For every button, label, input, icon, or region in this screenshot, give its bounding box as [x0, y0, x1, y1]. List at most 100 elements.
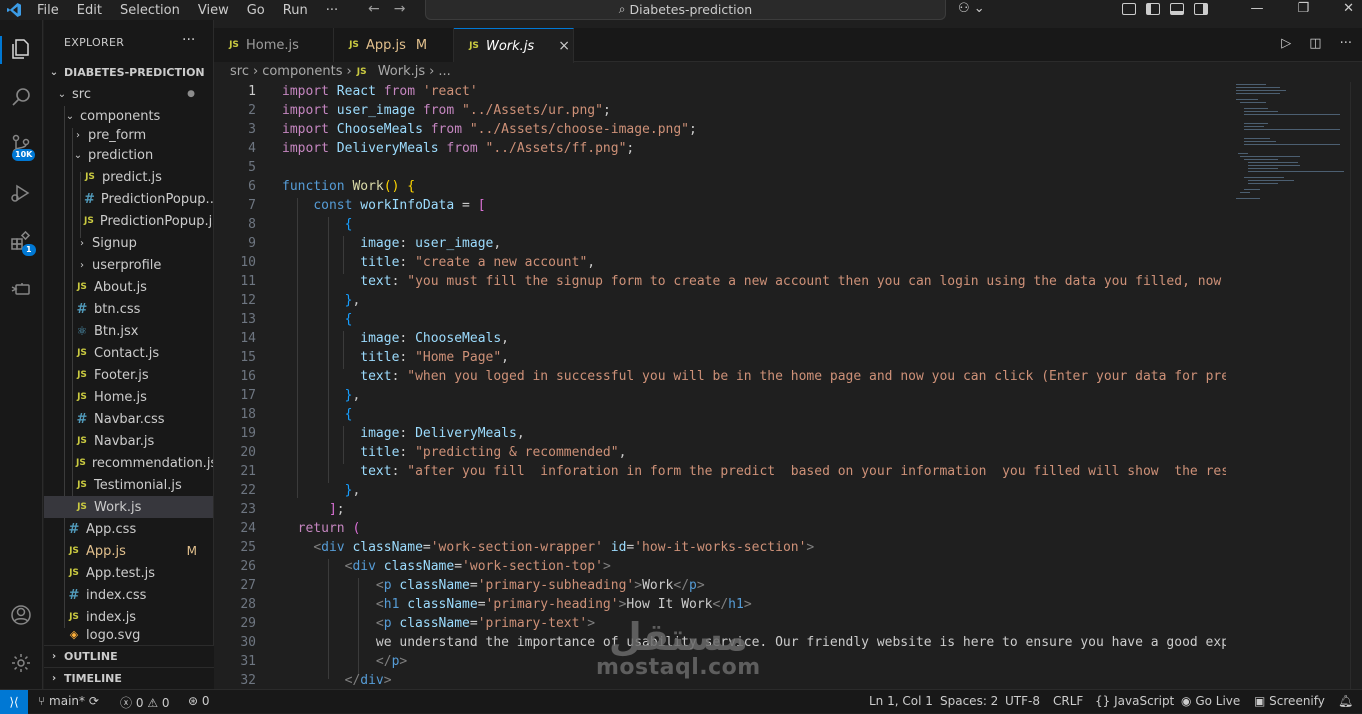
- code-line: {: [344, 217, 353, 232]
- explorer-more-icon[interactable]: ···: [182, 32, 195, 48]
- forward-arrow-icon[interactable]: →: [394, 0, 406, 18]
- language-label: JavaScript: [1114, 694, 1175, 708]
- tree-folder-src[interactable]: ⌄ src ●: [44, 83, 213, 105]
- menu-more[interactable]: ···: [326, 3, 338, 18]
- tree-file-predict-js[interactable]: JS predict.js: [44, 166, 213, 188]
- tree-file-index-js[interactable]: JS index.js: [44, 606, 213, 628]
- breadcrumb-components[interactable]: components: [262, 64, 342, 79]
- encoding-status[interactable]: UTF-8: [1005, 694, 1040, 708]
- vertical-scrollbar[interactable]: [1350, 82, 1362, 689]
- toggle-sidebar-icon[interactable]: [1146, 3, 1160, 15]
- minimap-line: [1236, 90, 1286, 91]
- breadcrumb-src[interactable]: src: [230, 64, 249, 79]
- js-file-icon: JS: [77, 392, 87, 402]
- outline-section[interactable]: › OUTLINE: [44, 645, 214, 667]
- tree-file-btn-css[interactable]: # btn.css: [44, 298, 213, 320]
- tree-file-logo-svg[interactable]: ◈ logo.svg: [44, 628, 213, 642]
- tree-file-predictionpopup-css[interactable]: # PredictionPopup....: [44, 188, 213, 210]
- menu-file[interactable]: File: [37, 3, 59, 18]
- accounts-icon[interactable]: [8, 602, 34, 628]
- code-string: 'how-it-works-section': [634, 540, 807, 555]
- language-status[interactable]: {} JavaScript: [1095, 694, 1174, 708]
- tree-file-btn-jsx[interactable]: ⚛ Btn.jsx: [44, 320, 213, 342]
- tree-folder-signup[interactable]: › Signup: [44, 232, 213, 254]
- tree-file-navbar-css[interactable]: # Navbar.css: [44, 408, 213, 430]
- menu-selection[interactable]: Selection: [120, 3, 180, 18]
- settings-gear-icon[interactable]: [8, 650, 34, 676]
- ports-count: 0: [201, 694, 210, 708]
- css-file-icon: #: [84, 191, 95, 207]
- tree-folder-prediction[interactable]: ⌄ prediction: [44, 144, 213, 166]
- toggle-secondary-sidebar-icon[interactable]: [1194, 3, 1208, 15]
- tree-file-about-js[interactable]: JS About.js: [44, 276, 213, 298]
- js-file-icon: JS: [77, 480, 87, 490]
- copilot-icon[interactable]: ⚇ ⌄: [958, 1, 985, 16]
- remote-indicator-icon[interactable]: ⟩⟨: [0, 690, 28, 714]
- eol-status[interactable]: CRLF: [1053, 694, 1083, 708]
- tree-label: recommendation.js: [91, 455, 213, 471]
- code-string: "you must fill the signup form to create…: [407, 274, 1226, 289]
- tree-file-app-js[interactable]: JS App.js M: [44, 540, 213, 562]
- code-string: "create a new account": [415, 255, 588, 270]
- code-editor[interactable]: 1 2 3 4 5 6 7 8 9 10 11 12 13 14 15 16 1…: [214, 82, 1226, 689]
- search-activity-icon[interactable]: [8, 84, 34, 110]
- tree-folder-userprofile[interactable]: › userprofile: [44, 254, 213, 276]
- tree-folder-pre-form[interactable]: › pre_form: [44, 124, 213, 146]
- notifications-bell-icon[interactable]: 🔔︎: [1338, 694, 1353, 708]
- tree-file-app-test-js[interactable]: JS App.test.js: [44, 562, 213, 584]
- antenna-icon: ⊛: [188, 694, 199, 708]
- more-actions-icon[interactable]: ···: [1340, 36, 1352, 51]
- css-file-icon: #: [68, 587, 80, 603]
- minimize-icon[interactable]: —: [1250, 0, 1263, 18]
- explorer-files-icon[interactable]: [8, 36, 34, 62]
- chevron-down-icon: ⌄: [73, 149, 83, 161]
- breadcrumb-symbol[interactable]: ...: [438, 64, 450, 79]
- problems-status[interactable]: ⓧ 0 ⚠ 0: [120, 694, 170, 711]
- tree-file-predictionpopup-js[interactable]: JS PredictionPopup.js: [44, 210, 213, 232]
- menu-edit[interactable]: Edit: [77, 3, 102, 18]
- tree-file-home-js[interactable]: JS Home.js: [44, 386, 213, 408]
- tree-file-work-js[interactable]: JS Work.js: [44, 496, 213, 518]
- breadcrumb-file[interactable]: Work.js: [378, 64, 425, 79]
- close-window-icon[interactable]: ✕: [1343, 0, 1354, 18]
- tree-file-app-css[interactable]: # App.css: [44, 518, 213, 540]
- explorer-title: EXPLORER: [64, 36, 125, 49]
- cursor-position[interactable]: Ln 1, Col 1: [869, 694, 933, 708]
- remote-explorer-icon[interactable]: [8, 276, 34, 302]
- restore-icon[interactable]: ❐: [1297, 0, 1309, 18]
- tree-file-recommendation-js[interactable]: JS recommendation.js: [44, 452, 213, 474]
- tab-work-js[interactable]: JS Work.js ×: [454, 28, 574, 63]
- minimap-line: [1244, 141, 1276, 142]
- active-indicator: [0, 36, 2, 64]
- split-editor-icon[interactable]: ◫: [1309, 36, 1321, 51]
- tree-file-testimonial-js[interactable]: JS Testimonial.js: [44, 474, 213, 496]
- workspace-root[interactable]: ⌄ DIABETES-PREDICTION: [44, 61, 213, 83]
- tab-home-js[interactable]: JS Home.js: [214, 28, 334, 62]
- tree-file-footer-js[interactable]: JS Footer.js: [44, 364, 213, 386]
- command-center-search[interactable]: ⌕ Diabetes-prediction: [425, 0, 946, 20]
- minimap[interactable]: [1234, 82, 1344, 222]
- screenify-status[interactable]: ▣ Screenify: [1254, 694, 1325, 708]
- menu-go[interactable]: Go: [247, 3, 265, 18]
- run-debug-icon[interactable]: [8, 180, 34, 206]
- indentation-status[interactable]: Spaces: 2: [940, 694, 998, 708]
- ports-status[interactable]: ⊛ 0: [188, 694, 210, 708]
- menu-view[interactable]: View: [198, 3, 229, 18]
- menu-run[interactable]: Run: [283, 3, 308, 18]
- tree-file-navbar-js[interactable]: JS Navbar.js: [44, 430, 213, 452]
- tree-file-index-css[interactable]: # index.css: [44, 584, 213, 606]
- golive-status[interactable]: ◉ Go Live: [1181, 694, 1240, 708]
- tree-file-contact-js[interactable]: JS Contact.js: [44, 342, 213, 364]
- code-line: {: [344, 407, 353, 422]
- code-line: <div className='work-section-wrapper' id…: [313, 540, 815, 555]
- back-arrow-icon[interactable]: ←: [368, 0, 380, 18]
- toggle-panel-icon[interactable]: [1170, 3, 1184, 15]
- timeline-section[interactable]: › TIMELINE: [44, 667, 214, 689]
- customize-layout-icon[interactable]: [1122, 3, 1136, 15]
- run-icon[interactable]: ▷: [1281, 36, 1291, 51]
- branch-status[interactable]: ⑂ main* ⟳: [38, 694, 99, 708]
- code-string: 'work-section-wrapper': [430, 540, 603, 555]
- minimap-line: [1248, 183, 1278, 184]
- close-tab-icon[interactable]: ×: [558, 38, 570, 54]
- tab-app-js[interactable]: JS App.js M: [334, 28, 454, 62]
